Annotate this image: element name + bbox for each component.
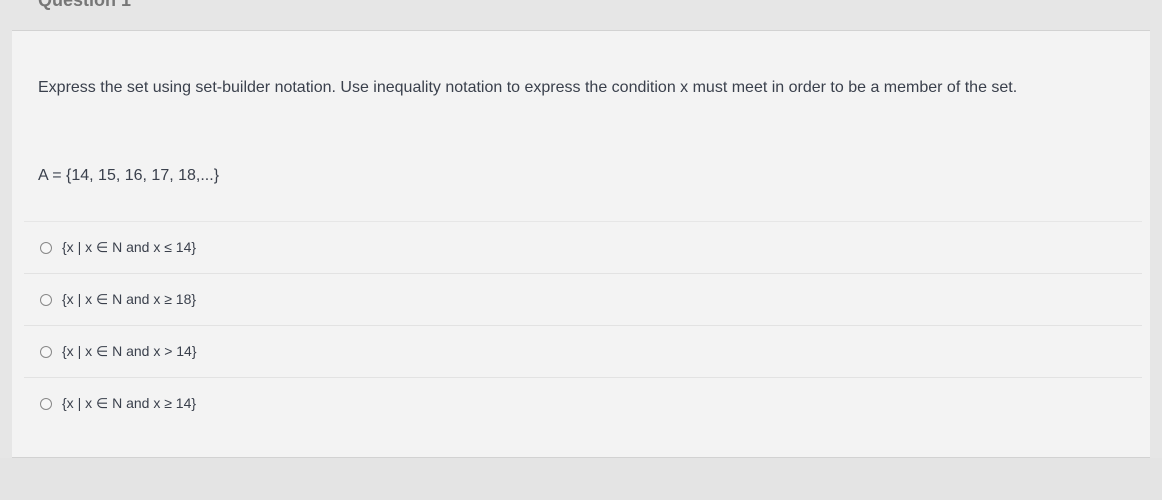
answer-option-1[interactable]: {x | x ∈ N and x ≤ 14} <box>24 221 1142 273</box>
answer-option-2[interactable]: {x | x ∈ N and x ≥ 18} <box>24 273 1142 325</box>
answer-option-3[interactable]: {x | x ∈ N and x > 14} <box>24 325 1142 377</box>
question-title: Question 1 <box>38 0 132 10</box>
question-card: Express the set using set-builder notati… <box>12 30 1150 458</box>
answer-option-label: {x | x ∈ N and x ≤ 14} <box>62 239 197 255</box>
answer-option-label: {x | x ∈ N and x > 14} <box>62 343 197 359</box>
radio-button-icon[interactable] <box>40 397 52 410</box>
answer-option-label: {x | x ∈ N and x ≥ 14} <box>62 395 197 411</box>
answer-options: {x | x ∈ N and x ≤ 14} {x | x ∈ N and x … <box>24 221 1142 429</box>
question-prompt: Express the set using set-builder notati… <box>38 79 1018 96</box>
answer-option-4[interactable]: {x | x ∈ N and x ≥ 14} <box>24 377 1142 429</box>
radio-button-icon[interactable] <box>40 293 52 306</box>
answer-option-label: {x | x ∈ N and x ≥ 18} <box>62 291 197 307</box>
set-definition: A = {14, 15, 16, 17, 18,...} <box>38 167 220 184</box>
radio-button-icon[interactable] <box>40 345 52 358</box>
page-footer-area <box>0 458 1162 500</box>
radio-button-icon[interactable] <box>40 241 52 254</box>
